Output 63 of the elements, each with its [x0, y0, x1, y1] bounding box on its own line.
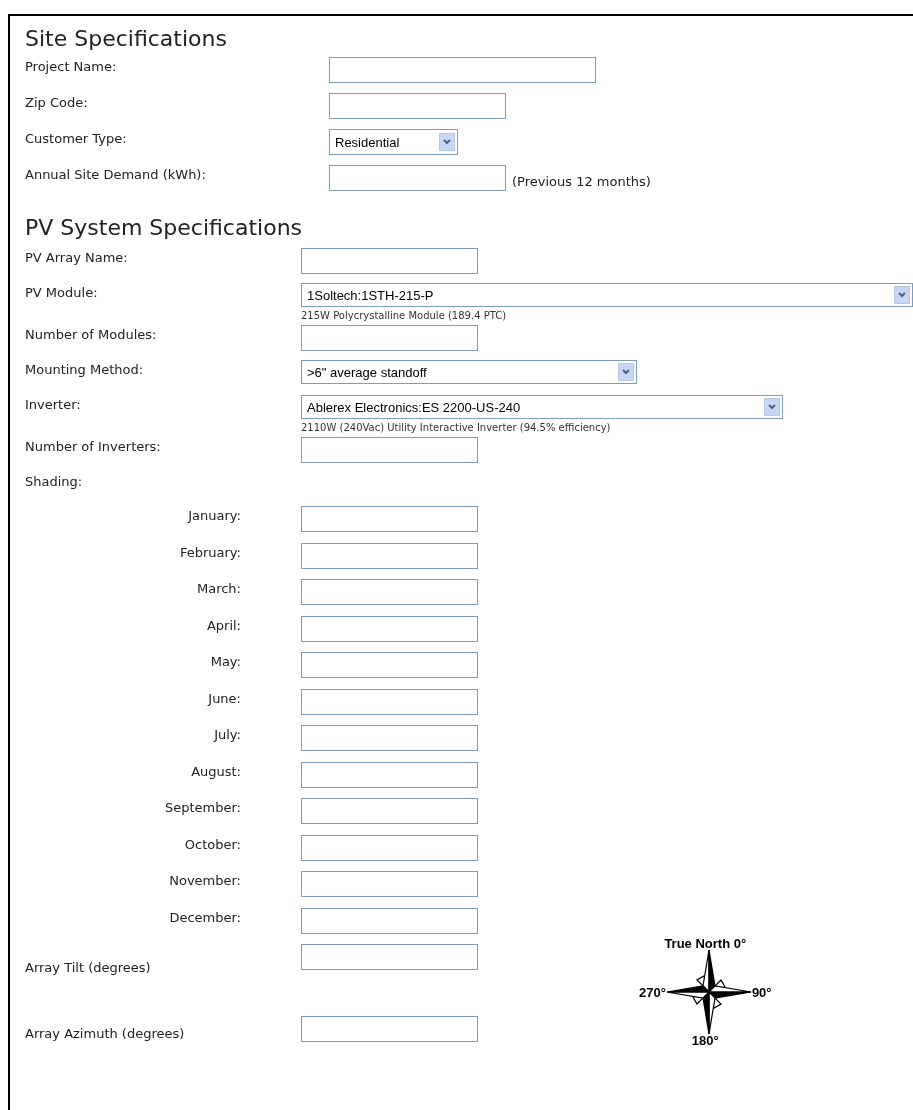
- field-label: PV Array Name:: [25, 249, 129, 265]
- month-label: August:: [190, 762, 241, 779]
- text-field[interactable]: [301, 725, 478, 751]
- compass-rose-icon: [665, 949, 752, 1035]
- text-field[interactable]: [301, 579, 478, 605]
- field-note: (Previous 12 months): [512, 173, 651, 189]
- select-field[interactable]: Residential: [329, 129, 458, 155]
- month-label: January:: [186, 507, 241, 523]
- field-hint: 215W Polycrystalline Module (189.4 PTC): [301, 309, 508, 323]
- select-field[interactable]: 1Soltech:1STH-215-P: [301, 283, 913, 307]
- month-label: July:: [212, 726, 241, 742]
- text-field[interactable]: [301, 325, 478, 351]
- text-field[interactable]: [301, 871, 478, 897]
- text-field[interactable]: [329, 93, 506, 119]
- text-field[interactable]: [301, 615, 478, 642]
- field-label: PV Module:: [25, 284, 99, 300]
- field-label: Array Tilt (degrees): [25, 959, 152, 975]
- field-label: Number of Modules:: [25, 326, 158, 342]
- field-label: Project Name:: [25, 58, 118, 74]
- month-label: February:: [178, 543, 241, 560]
- text-field[interactable]: [329, 165, 506, 191]
- chevron-icon[interactable]: [618, 363, 634, 381]
- chevron-icon[interactable]: [439, 133, 455, 151]
- compass-label: 180°: [691, 1033, 719, 1048]
- field-hint: 2110W (240Vac) Utility Interactive Inverter (94.5% efficiency): [301, 421, 612, 435]
- text-field[interactable]: [301, 907, 478, 934]
- month-label: November:: [168, 872, 241, 888]
- field-label: Shading:: [25, 473, 84, 489]
- month-label: March:: [196, 580, 241, 596]
- month-label: April:: [205, 616, 241, 633]
- month-label: December:: [168, 908, 241, 925]
- field-label: Array Azimuth (degrees): [25, 1025, 186, 1041]
- chevron-icon[interactable]: [894, 286, 910, 304]
- section-heading: PV System Specifications: [25, 214, 304, 242]
- text-field[interactable]: [301, 1016, 478, 1042]
- select-field[interactable]: Ablerex Electronics:ES 2200-US-240: [301, 395, 783, 419]
- field-label: Number of Inverters:: [25, 438, 162, 454]
- text-field[interactable]: [301, 798, 478, 824]
- text-field[interactable]: [329, 57, 596, 83]
- field-label: Mounting Method:: [25, 361, 145, 377]
- month-label: May:: [209, 653, 241, 669]
- field-label: Customer Type:: [25, 130, 128, 146]
- field-label: Inverter:: [25, 396, 82, 412]
- text-field[interactable]: [301, 542, 478, 569]
- compass-label: 90°: [751, 984, 772, 1000]
- text-field[interactable]: [301, 652, 478, 678]
- text-field[interactable]: [301, 506, 478, 532]
- text-field[interactable]: [301, 834, 478, 861]
- month-label: October:: [183, 835, 241, 852]
- section-heading: Site Specifications: [25, 25, 228, 53]
- text-field[interactable]: [301, 761, 478, 788]
- text-field[interactable]: [301, 437, 478, 463]
- month-label: September:: [164, 799, 241, 815]
- compass-label: True North 0°: [664, 936, 747, 951]
- month-label: June:: [206, 689, 241, 706]
- compass-label: 270°: [639, 984, 666, 1000]
- field-label: Annual Site Demand (kWh):: [25, 166, 207, 182]
- text-field[interactable]: [301, 688, 478, 715]
- text-field[interactable]: [301, 248, 478, 274]
- text-field[interactable]: [301, 944, 478, 970]
- select-field[interactable]: >6" average standoff: [301, 360, 637, 384]
- chevron-icon[interactable]: [764, 398, 780, 416]
- field-label: Zip Code:: [25, 94, 89, 110]
